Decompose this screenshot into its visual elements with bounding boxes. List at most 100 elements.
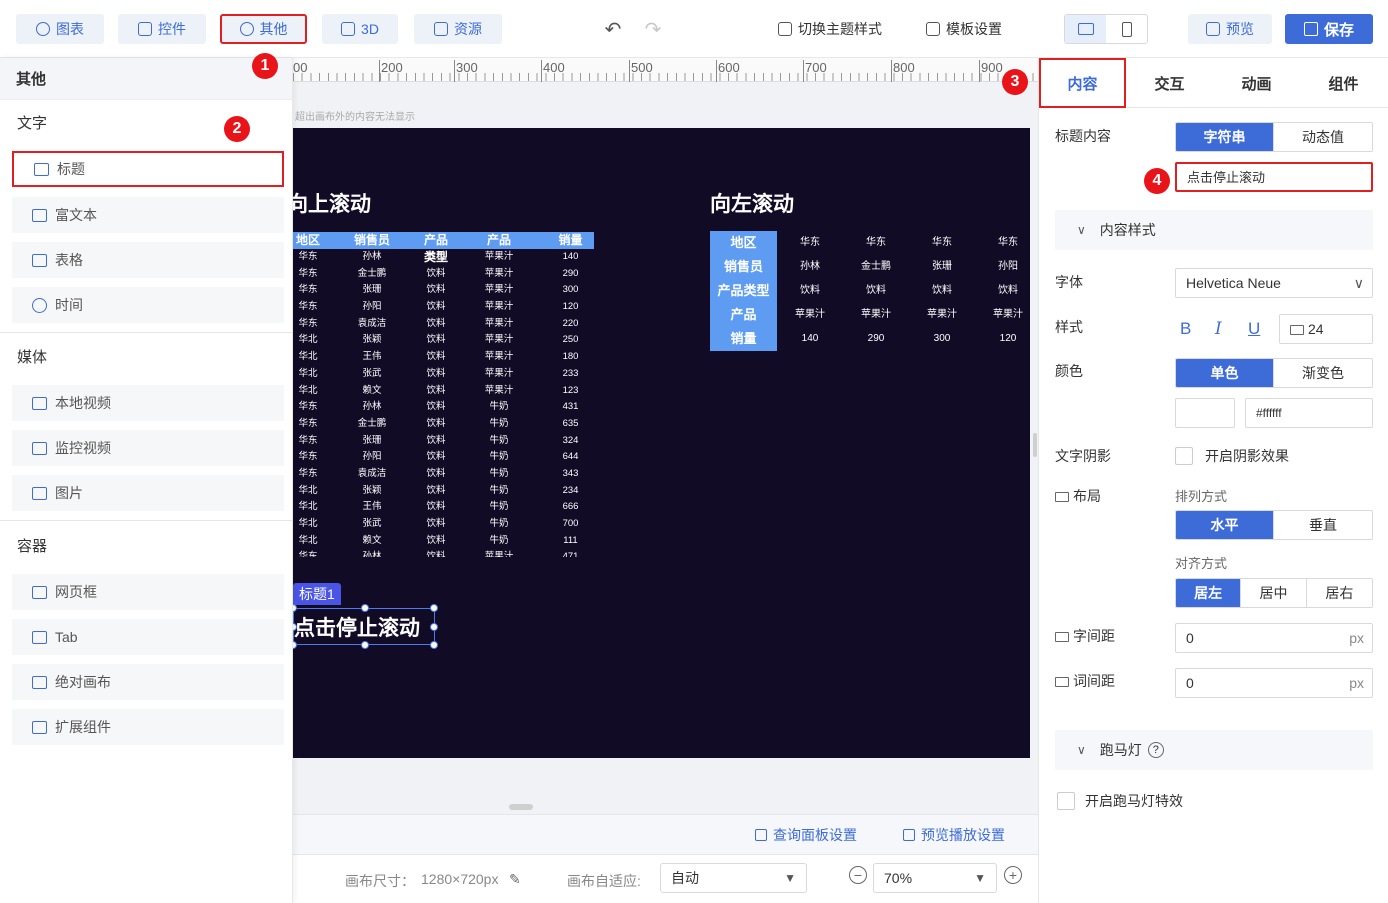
help-icon[interactable]: ?	[1147, 742, 1164, 758]
table-cell: 华北	[298, 334, 318, 346]
3d-button[interactable]: 3D	[322, 14, 398, 44]
tab-component[interactable]: 组件	[1300, 58, 1387, 108]
marquee-section[interactable]: ∨ 跑马灯?	[1055, 730, 1373, 770]
item-table[interactable]: 表格	[12, 242, 284, 278]
table-cell: 111	[563, 534, 578, 546]
item-rich-text[interactable]: 富文本	[12, 197, 284, 233]
control-button[interactable]: 控件	[118, 14, 206, 44]
table-cell: 饮料	[426, 301, 446, 313]
option-align-left[interactable]: 居左	[1176, 579, 1242, 607]
item-title[interactable]: 标题	[12, 151, 284, 187]
font-select[interactable]: Helvetica Neue ∨	[1175, 268, 1373, 298]
item-absolute-canvas[interactable]: 绝对画布	[12, 664, 284, 700]
mobile-view-button[interactable]	[1106, 15, 1147, 43]
scroll-left-title[interactable]: 向左滚动	[710, 188, 794, 218]
canvas-adapt-select[interactable]: 自动 ▼	[660, 863, 807, 893]
option-dynamic[interactable]: 动态值	[1274, 123, 1372, 151]
content-style-section[interactable]: ∨ 内容样式	[1055, 210, 1373, 250]
component-panel: 其他 文字 标题 富文本 表格 时间 媒体 本地视频 监控视频 图片 容器 网页…	[0, 58, 293, 903]
resize-handle[interactable]	[430, 641, 438, 649]
italic-icon[interactable]: I	[1215, 319, 1222, 339]
h-table-row: 销售员 孙林 金士鹏 张珊 孙阳	[710, 255, 1030, 279]
table-cell: 金士鹏	[357, 267, 387, 279]
table-cell: 袁成洁	[357, 467, 387, 479]
save-button[interactable]: 保存	[1285, 14, 1373, 44]
other-button[interactable]: 其他	[220, 14, 307, 44]
selected-component-tag: 标题1	[293, 583, 341, 605]
table-cell: 233	[562, 367, 579, 379]
dashboard-canvas[interactable]: 向上滚动 向左滚动 地区 销售员 产品类型 产品 销量 华东 孙林 饮料 苹果汁 140…	[293, 128, 1030, 758]
resize-handle[interactable]	[361, 604, 369, 612]
ruler-tick: 300	[454, 60, 478, 82]
more-icon	[239, 22, 254, 36]
preview-play-settings[interactable]: 预览播放设置	[903, 825, 1005, 845]
scroll-up-title[interactable]: 向上滚动	[293, 188, 371, 218]
monitor-icon	[1055, 632, 1069, 643]
resize-handle[interactable]	[361, 641, 369, 649]
tab-interaction[interactable]: 交互	[1126, 58, 1213, 108]
zoom-in-icon[interactable]: +	[1004, 866, 1022, 884]
resize-handle[interactable]	[430, 604, 438, 612]
zoom-select[interactable]: 70% ▼	[873, 863, 997, 893]
color-swatch[interactable]	[1175, 398, 1235, 428]
word-spacing-input[interactable]: 0 px	[1175, 668, 1373, 698]
item-local-video[interactable]: 本地视频	[12, 385, 284, 421]
switch-theme-button[interactable]: 切换主题样式	[778, 14, 882, 44]
item-time[interactable]: 时间	[12, 287, 284, 323]
horizontal-scroll-table[interactable]: 地区 华东 华东 华东 华东 销售员 孙林 金士鹏 张珊 孙阳 产品类型 饮料 饮料 饮料 饮料 产品 苹果汁 苹…	[710, 231, 1030, 351]
step-badge-3: 3	[1002, 69, 1028, 95]
monitor-icon	[1055, 677, 1069, 688]
undo-icon[interactable]: ↶	[598, 14, 628, 44]
table-cell: 饮料	[426, 351, 446, 363]
tab-animation[interactable]: 动画	[1213, 58, 1300, 108]
item-tab[interactable]: Tab	[12, 619, 284, 655]
color-hex-input[interactable]: #ffffff	[1245, 398, 1373, 428]
item-web-frame[interactable]: 网页框	[12, 574, 284, 610]
top-toolbar: 图表 控件 其他 3D 资源 ↶ ↷ 切换主题样式 模板设置 预览 保存	[0, 0, 1388, 58]
option-solid[interactable]: 单色	[1176, 359, 1274, 387]
table-cell: 孙阳	[362, 451, 382, 463]
header-cell: 销量	[558, 233, 583, 247]
table-cell: 苹果汁	[484, 317, 514, 329]
option-align-center[interactable]: 居中	[1241, 579, 1307, 607]
redo-icon[interactable]: ↷	[638, 14, 668, 44]
resource-button[interactable]: 资源	[414, 14, 502, 44]
option-vertical[interactable]: 垂直	[1274, 511, 1372, 539]
ruler-tick: 200	[379, 60, 403, 82]
chart-button[interactable]: 图表	[16, 14, 104, 44]
option-horizontal[interactable]: 水平	[1176, 511, 1274, 539]
zoom-out-icon[interactable]: −	[849, 866, 867, 884]
item-monitor-video[interactable]: 监控视频	[12, 430, 284, 466]
edit-size-icon[interactable]: ✎	[509, 871, 521, 888]
marquee-checkbox[interactable]	[1057, 792, 1075, 810]
ruler-tick: 500	[629, 60, 653, 82]
bold-icon[interactable]: B	[1180, 319, 1191, 339]
title-content-input[interactable]: 点击停止滚动	[1175, 162, 1373, 192]
vertical-scroll-table[interactable]: 华东 孙林 饮料 苹果汁 140 华东 金士鹏 饮料 苹果汁 290 华东 张珊 饮料 苹果汁 300 华东孙…	[293, 249, 594, 557]
letter-spacing-input[interactable]: 0 px	[1175, 623, 1373, 653]
table-cell: 饮料	[426, 334, 446, 346]
resize-handle[interactable]	[293, 641, 297, 649]
horizontal-scrollbar[interactable]	[509, 804, 533, 810]
option-string[interactable]: 字符串	[1176, 123, 1274, 151]
item-image[interactable]: 图片	[12, 475, 284, 511]
tab-content[interactable]: 内容	[1039, 58, 1126, 108]
underline-icon[interactable]: U	[1248, 319, 1260, 339]
item-extension[interactable]: 扩展组件	[12, 709, 284, 745]
resize-handle[interactable]	[430, 623, 438, 631]
table-cell: 牛奶	[489, 484, 509, 496]
option-gradient[interactable]: 渐变色	[1274, 359, 1372, 387]
table-cell: 苹果汁	[484, 301, 514, 313]
vertical-scrollbar[interactable]	[1033, 433, 1037, 457]
query-panel-settings[interactable]: 查询面板设置	[755, 825, 857, 845]
selected-title-component[interactable]: 点击停止滚动	[293, 604, 438, 649]
font-size-input[interactable]: 24	[1279, 314, 1373, 344]
step-badge-1: 1	[252, 53, 278, 79]
desktop-view-button[interactable]	[1065, 15, 1106, 43]
resize-handle[interactable]	[293, 604, 297, 612]
option-align-right[interactable]: 居右	[1307, 579, 1372, 607]
template-settings-button[interactable]: 模板设置	[926, 14, 1002, 44]
table-cell: 123	[562, 384, 579, 396]
shadow-checkbox[interactable]	[1175, 447, 1193, 465]
preview-button[interactable]: 预览	[1188, 14, 1272, 44]
